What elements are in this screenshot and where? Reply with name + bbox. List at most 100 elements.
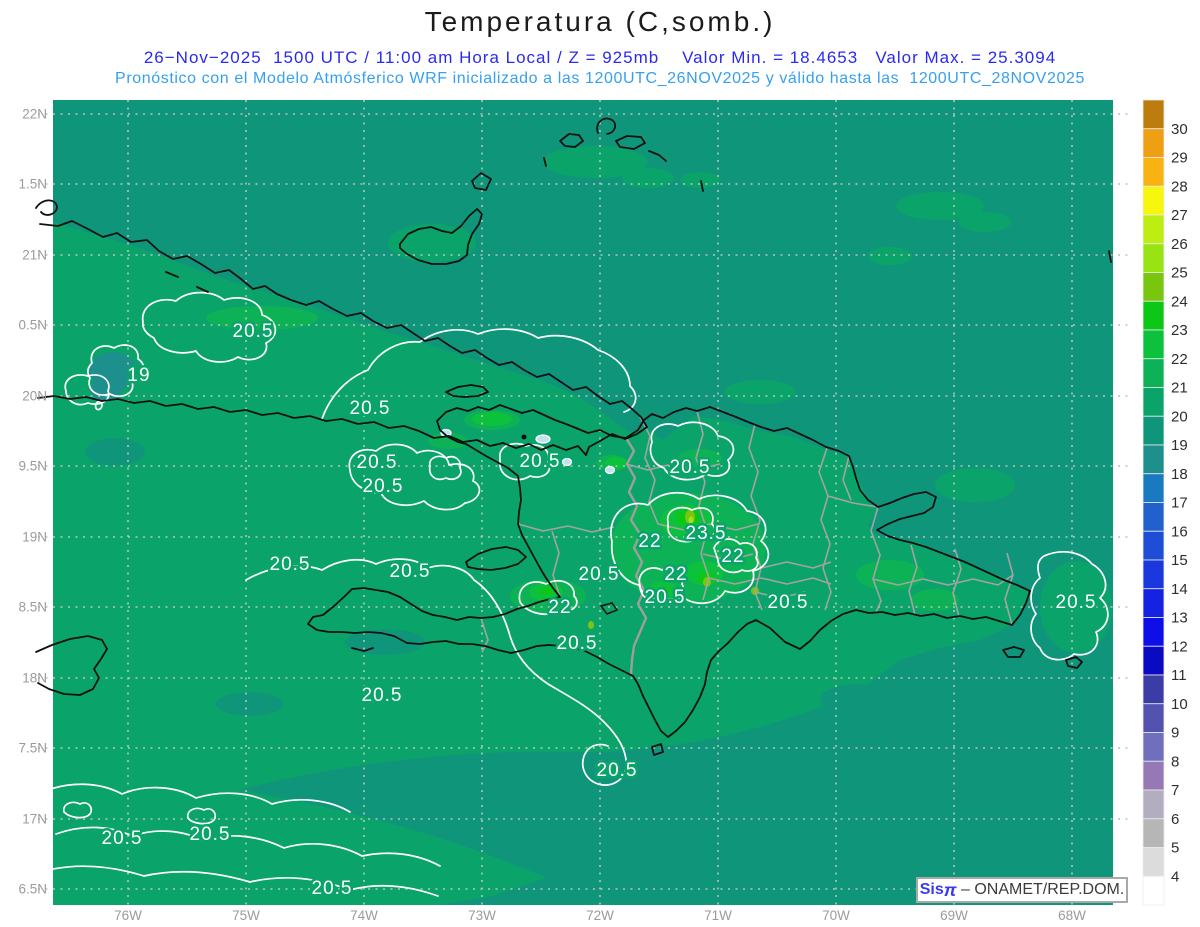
colorbar-segment: [1142, 588, 1165, 618]
colorbar-tick-label: 28: [1171, 178, 1188, 195]
contour-label-19: 19: [127, 365, 150, 386]
colorbar-tick-label: 5: [1171, 840, 1179, 857]
forecast-map: 20.51920.520.520.520.5 20.522 23.5222220.5…: [18, 99, 1188, 923]
lon-tick-label: 74W: [350, 908, 378, 923]
colorbar-segment: [1142, 300, 1165, 331]
contour-label-20.5: 20.5: [362, 685, 403, 706]
lat-tick-label: 7.5N: [18, 741, 47, 756]
lat-tick-label: 22N: [22, 107, 47, 122]
lon-tick-label: 72W: [586, 908, 614, 923]
contour-label-20.5: 20.5: [670, 457, 711, 478]
contour-label-20.5: 20.5: [1056, 592, 1097, 613]
colorbar-segment: [1142, 645, 1165, 676]
colorbar-tick-label: 7: [1171, 782, 1179, 799]
colorbar-tick-label: 19: [1171, 437, 1188, 454]
colorbar-segment: [1142, 789, 1165, 820]
colorbar-tick-label: 23: [1171, 322, 1188, 339]
contour-label-20.5: 20.5: [645, 587, 686, 608]
colorbar-segment: [1142, 530, 1165, 561]
contour-label-20.5: 20.5: [557, 633, 598, 654]
lat-tick-label: 19N: [22, 530, 47, 545]
logo-pi-icon: π: [943, 879, 957, 900]
contour-label-20.5: 20.5: [768, 592, 809, 613]
colorbar-tick-label: 10: [1171, 696, 1188, 713]
logo-sis: Sis: [919, 881, 944, 898]
contour-label-20.5: 20.5: [270, 554, 311, 575]
colorbar-tick-label: 16: [1171, 523, 1188, 540]
colorbar-segment: [1142, 99, 1165, 130]
colorbar-segment: [1142, 674, 1165, 705]
colorbar-tick-label: 14: [1171, 581, 1188, 598]
colorbar-segment: [1142, 444, 1165, 475]
colorbar-segment: [1142, 559, 1165, 590]
colorbar-segment: [1142, 415, 1165, 446]
colorbar-segment: [1142, 760, 1165, 791]
lon-tick-label: 71W: [704, 908, 732, 923]
colorbar-tick-label: 21: [1171, 380, 1188, 397]
contour-label-20.5: 20.5: [190, 824, 231, 845]
colorbar-tick-label: 26: [1171, 236, 1188, 253]
contour-label-20.5: 20.5: [390, 561, 431, 582]
colorbar-segment: [1142, 875, 1165, 906]
colorbar-segment: [1142, 818, 1165, 848]
lat-tick-label: 8.5N: [18, 600, 47, 615]
colorbar-tick-label: 12: [1171, 638, 1188, 655]
colorbar-tick-label: 11: [1171, 667, 1187, 684]
lon-tick-label: 69W: [940, 908, 968, 923]
lon-tick-label: 70W: [822, 908, 850, 923]
colorbar-segment: [1142, 329, 1165, 360]
lon-tick-label: 76W: [114, 908, 142, 923]
lat-tick-label: 20N: [22, 389, 47, 404]
colorbar-tick-label: 27: [1171, 207, 1188, 224]
contour-label-20.5: 20.5: [597, 760, 638, 781]
contour-label-20.5: 20.5: [363, 476, 404, 497]
colorbar-tick-label: 20: [1171, 408, 1188, 425]
colorbar: 30 29 28 27 26 25 24 23 22 21 20 19 18 17 16 15 14 13 12 11…: [1142, 99, 1188, 906]
colorbar-tick-label: 29: [1171, 150, 1188, 167]
colorbar-segment: [1142, 847, 1165, 877]
colorbar-tick-label: 22: [1171, 351, 1188, 368]
lat-tick-label: 18N: [22, 671, 47, 686]
colorbar-segment: [1142, 473, 1165, 503]
colorbar-segment: [1142, 502, 1165, 532]
colorbar-segment: [1142, 128, 1165, 158]
lat-tick-label: 1.5N: [18, 177, 47, 192]
contour-label-20.5: 20.5: [312, 878, 353, 899]
contour-label-20.5: 20.5: [350, 398, 391, 419]
lat-tick-label: 6.5N: [18, 882, 47, 897]
colorbar-tick-label: 30: [1171, 121, 1188, 138]
colorbar-segment: [1142, 703, 1165, 733]
logo-text: – ONAMET/REP.DOM.: [956, 881, 1125, 898]
contour-label-20.5: 20.5: [233, 321, 274, 342]
contour-label-20.5: 20.5: [102, 828, 143, 849]
contour-label-20.5: 20.5: [579, 564, 620, 585]
lat-tick-label: 9.5N: [18, 459, 47, 474]
lat-tick-label: 0.5N: [18, 318, 47, 333]
colorbar-segment: [1142, 617, 1165, 647]
colorbar-tick-label: 18: [1171, 466, 1188, 483]
colorbar-tick-label: 24: [1171, 293, 1188, 310]
colorbar-segment: [1142, 214, 1165, 245]
colorbar-tick-label: 6: [1171, 811, 1179, 828]
contour-label-20.5: 20.5: [357, 452, 398, 473]
lon-tick-label: 75W: [232, 908, 260, 923]
lon-tick-label: 68W: [1058, 908, 1086, 923]
colorbar-tick-label: 13: [1171, 610, 1188, 627]
colorbar-segment: [1142, 157, 1165, 187]
colorbar-tick-label: 17: [1171, 495, 1188, 512]
colorbar-segment: [1142, 185, 1165, 216]
contour-label-22: 22: [638, 531, 661, 552]
contour-label-23.5: 23.5: [686, 523, 727, 544]
colorbar-tick-label: 9: [1171, 725, 1179, 742]
contour-label-22: 22: [721, 546, 744, 567]
contour-label-22: 22: [664, 564, 687, 585]
lat-tick-label: 17N: [22, 812, 47, 827]
colorbar-tick-label: 15: [1171, 552, 1188, 569]
lat-tick-label: 21N: [22, 248, 47, 263]
colorbar-segment: [1142, 243, 1165, 273]
sispi-onamet-logo: Sis π – ONAMET/REP.DOM.: [916, 877, 1128, 903]
contour-label-20.5: 20.5: [520, 451, 561, 472]
colorbar-tick-label: 8: [1171, 753, 1179, 770]
colorbar-segment: [1142, 732, 1165, 762]
colorbar-tick-label: 25: [1171, 265, 1188, 282]
